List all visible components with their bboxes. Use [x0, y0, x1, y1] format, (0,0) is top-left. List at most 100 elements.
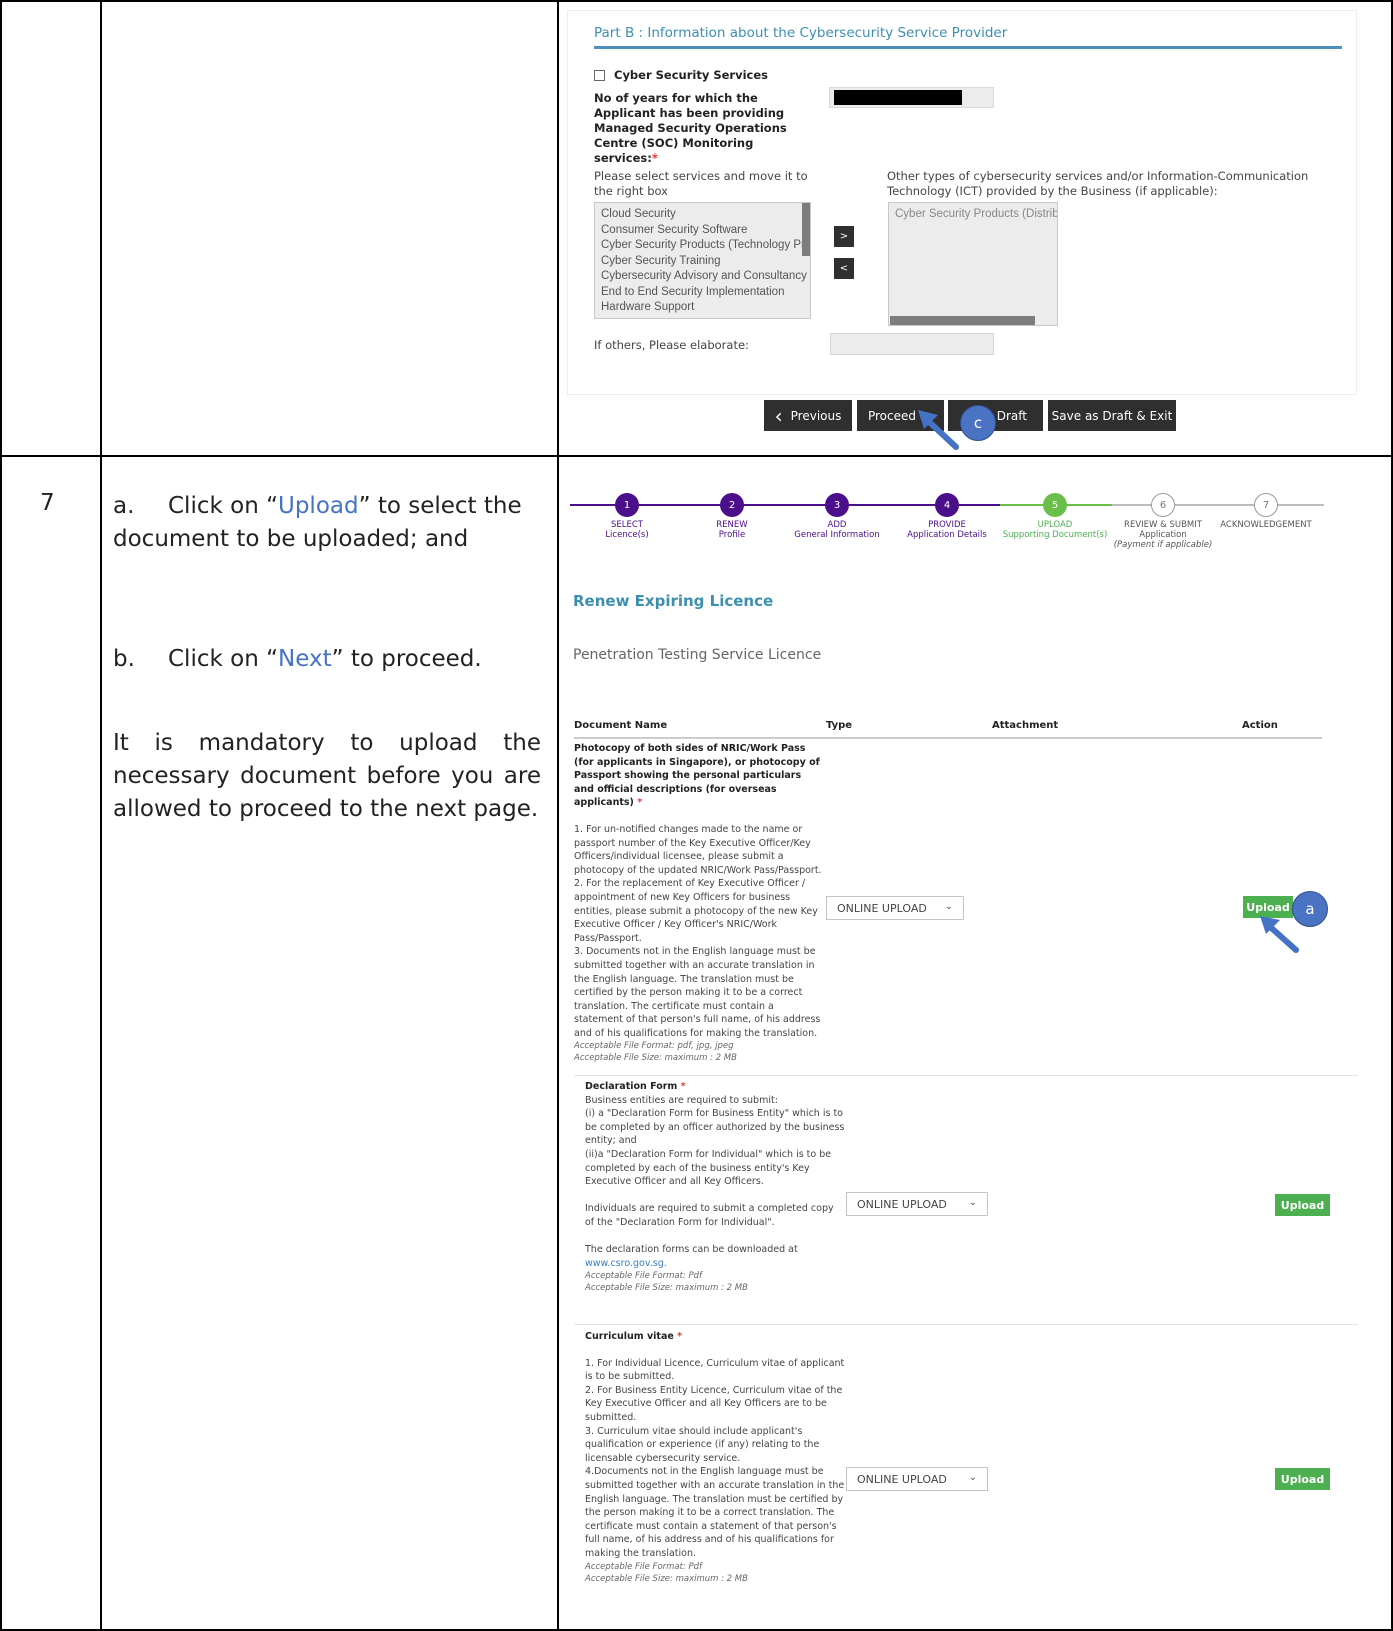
- doc3-body: 1. For Individual Licence, Curriculum vi…: [585, 1357, 845, 1559]
- instruction-b-post: ” to proceed.: [331, 646, 482, 672]
- list-item[interactable]: End to End Security Implementation: [601, 285, 804, 301]
- step-7-title: ACKNOWLEDGEMENT: [1220, 520, 1312, 530]
- list-item[interactable]: Cloud Security: [601, 207, 804, 223]
- doc3-type-value: ONLINE UPLOAD: [857, 1472, 947, 1486]
- table-border-left: [0, 0, 2, 1631]
- doc2-size: Acceptable File Size: maximum : 2 MB: [585, 1283, 748, 1294]
- doc2-body: Business entities are required to submit…: [585, 1094, 845, 1256]
- callout-a-badge: a: [1292, 891, 1328, 927]
- list-item[interactable]: Cyber Security Training: [601, 254, 804, 270]
- step-4-marker: 4: [935, 493, 959, 517]
- required-star: *: [680, 1081, 686, 1092]
- step-3-title: ADD: [827, 520, 847, 530]
- required-star: *: [637, 797, 643, 809]
- chevron-down-icon: ⌄: [944, 901, 953, 912]
- doc2-description: Declaration Form * Business entities are…: [585, 1080, 845, 1294]
- proceed-button-label: Proceed: [867, 408, 917, 423]
- step-4-title: PROVIDE: [928, 520, 966, 530]
- list-item[interactable]: Consumer Security Software: [601, 223, 804, 239]
- step-5-marker: 5: [1043, 493, 1067, 517]
- step-1-label: SELECT Licence(s): [572, 520, 682, 540]
- step-3-subtitle: General Information: [794, 530, 880, 540]
- col-type: Type: [826, 720, 853, 731]
- step-1-title: SELECT: [611, 520, 643, 530]
- move-right-button[interactable]: >: [834, 226, 854, 247]
- partb-title: Part B : Information about the Cybersecu…: [594, 25, 1008, 41]
- col-document-name: Document Name: [574, 720, 668, 731]
- step-2-subtitle: Profile: [718, 530, 746, 540]
- licence-name: Penetration Testing Service Licence: [573, 647, 822, 663]
- row-divider: [574, 1075, 1358, 1076]
- chevron-down-icon: ⌄: [968, 1197, 977, 1208]
- doc2-type-select[interactable]: ONLINE UPLOAD ⌄: [846, 1192, 988, 1216]
- column-divider-2: [557, 0, 559, 1631]
- list-item[interactable]: Cyber Security Products (Distribu: [895, 207, 1057, 223]
- instruction-b-pre: Click on “: [168, 646, 278, 672]
- step-1-marker: 1: [615, 493, 639, 517]
- callout-c-badge: c: [960, 405, 996, 441]
- previous-button[interactable]: ‹ Previous: [764, 400, 852, 431]
- selected-services-list[interactable]: Cyber Security Products (Distribu: [888, 202, 1058, 326]
- stepper-line-todo: [1112, 504, 1324, 506]
- doc3-size: Acceptable File Size: maximum : 2 MB: [585, 1573, 748, 1584]
- step-3-marker: 3: [825, 493, 849, 517]
- horizontal-scrollbar[interactable]: [890, 316, 1035, 325]
- years-label-text: No of years for which the Applicant has …: [594, 91, 787, 165]
- instruction-a-prefix: a.: [113, 493, 135, 519]
- available-services-list[interactable]: Cloud Security Consumer Security Softwar…: [594, 202, 811, 319]
- instruction-a-upload-link: Upload: [278, 493, 359, 519]
- years-field[interactable]: [829, 87, 994, 108]
- list-item[interactable]: Cybersecurity Advisory and Consultancy: [601, 269, 807, 285]
- step-3-label: ADD General Information: [782, 520, 892, 540]
- step-5-label: UPLOAD Supporting Document(s): [1000, 520, 1110, 540]
- doc2-link[interactable]: www.csro.gov.sg.: [585, 1257, 845, 1271]
- instruction-note: It is mandatory to upload the necessary …: [113, 730, 541, 822]
- table-border-top: [0, 0, 1393, 2]
- doc1-body: 1. For un-notified changes made to the n…: [574, 823, 822, 1039]
- step-6-label: REVIEW & SUBMIT Application (Payment if ap…: [1108, 520, 1218, 550]
- doc1-title: Photocopy of both sides of NRIC/Work Pas…: [574, 743, 820, 809]
- save-draft-button-label: Draft: [996, 408, 1027, 423]
- step-6-subtitle: Application: [1139, 530, 1187, 540]
- list-item[interactable]: Hardware Support: [601, 300, 804, 316]
- save-exit-button[interactable]: Save as Draft & Exit: [1048, 400, 1176, 431]
- list-item[interactable]: Cyber Security Products (Technology Pro: [601, 238, 810, 254]
- required-star: *: [651, 151, 658, 165]
- list-scrollbar[interactable]: [802, 203, 810, 256]
- column-divider-1: [100, 0, 102, 1631]
- step-2-marker: 2: [720, 493, 744, 517]
- cyber-security-checkbox[interactable]: [594, 70, 605, 81]
- instruction-a: a. Click on “Upload” to select the docume…: [113, 490, 543, 556]
- row-divider: [0, 455, 1393, 457]
- doc2-upload-button[interactable]: Upload: [1275, 1194, 1330, 1216]
- doc2-type-value: ONLINE UPLOAD: [857, 1197, 947, 1211]
- page-heading: Renew Expiring Licence: [573, 592, 774, 610]
- step-4-label: PROVIDE Application Details: [892, 520, 1002, 540]
- step-6-marker: 6: [1151, 493, 1175, 517]
- redacted-value: [834, 90, 962, 105]
- instruction-b-prefix: b.: [113, 646, 135, 672]
- chevron-left-icon: ‹: [774, 403, 783, 428]
- step-1-subtitle: Licence(s): [605, 530, 649, 540]
- col-attachment: Attachment: [992, 720, 1059, 731]
- doc3-upload-button[interactable]: Upload: [1275, 1468, 1330, 1490]
- required-star: *: [677, 1331, 683, 1342]
- step-5-subtitle: Supporting Document(s): [1002, 530, 1108, 540]
- step-4-subtitle: Application Details: [907, 530, 987, 540]
- doc1-type-select[interactable]: ONLINE UPLOAD ⌄: [826, 896, 964, 920]
- doc3-type-select[interactable]: ONLINE UPLOAD ⌄: [846, 1467, 988, 1491]
- step-2-label: RENEW Profile: [677, 520, 787, 540]
- doc2-format: Acceptable File Format: Pdf: [585, 1271, 703, 1282]
- doc1-type-value: ONLINE UPLOAD: [837, 901, 927, 915]
- instruction-b: b. Click on “Next” to proceed.: [113, 643, 543, 676]
- previous-button-label: Previous: [790, 408, 842, 423]
- years-label: No of years for which the Applicant has …: [594, 91, 809, 166]
- step-2-title: RENEW: [716, 520, 748, 530]
- move-left-button[interactable]: <: [834, 258, 854, 279]
- doc1-size: Acceptable File Size: maximum : 2 MB: [574, 1053, 737, 1064]
- doc3-description: Curriculum vitae * 1. For Individual Lic…: [585, 1330, 845, 1585]
- step-7-label: ACKNOWLEDGEMENT: [1211, 520, 1321, 530]
- step-number: 7: [40, 490, 55, 516]
- elaborate-field[interactable]: [830, 333, 994, 355]
- elaborate-label: If others, Please elaborate:: [594, 338, 749, 352]
